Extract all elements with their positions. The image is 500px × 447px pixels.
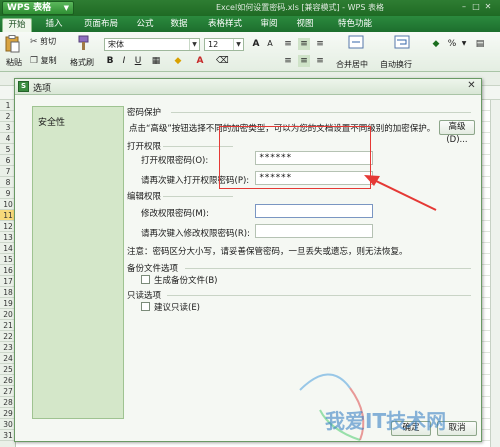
cut-label: 剪切 [40,37,57,46]
align-left-icon[interactable]: ≡ [282,55,294,67]
decrease-font-icon[interactable]: A [264,38,276,50]
section-divider [185,268,471,269]
tab-data[interactable]: 数据 [166,18,192,32]
app-menu-label: WPS 表格 [7,3,52,13]
font-size-value: 12 [208,40,219,49]
readonly-checkbox-label[interactable]: 建议只读(E) [154,301,200,313]
cancel-button[interactable]: 取消 [437,421,477,436]
copy-label: 复制 [40,56,57,65]
annotation-highlight-box [219,126,371,189]
dialog-title-bar: S 选项 ✕ [15,79,481,95]
merge-cells-icon [348,35,364,49]
vertical-scrollbar[interactable] [490,100,500,447]
copy-icon: ❐ [30,56,39,66]
options-category-list: 安全性 [32,106,124,419]
font-color-icon[interactable]: A [194,55,206,67]
app-menu-button[interactable]: WPS 表格 ▼ [2,1,74,15]
readonly-section-heading: 只读选项 [127,291,162,301]
format-painter-button[interactable]: 格式刷 [70,35,98,69]
section-password-protection: 密码保护 [127,108,162,118]
open-password-label: 打开权限密码(O): [141,156,209,166]
ok-button[interactable]: 确定 [391,421,431,436]
scissors-icon: ✂ [30,37,38,47]
tab-table-style[interactable]: 表格样式 [202,18,248,32]
document-title: Excel如何设置密码.xls [兼容模式] - WPS 表格 [216,3,384,12]
font-size-select[interactable]: 12 ▼ [204,38,244,51]
minimize-icon[interactable]: – [458,1,470,13]
fill-color-icon[interactable]: ◆ [172,55,184,67]
brush-icon [78,35,89,50]
window-controls: – □ ✕ [458,1,498,14]
chevron-down-icon: ▼ [233,39,243,50]
currency-icon[interactable]: ◆ [430,38,442,50]
edit-permission-heading: 编辑权限 [127,192,162,202]
sidebar-item-security[interactable]: 安全性 [38,115,65,128]
underline-icon[interactable]: U [132,55,144,67]
edit-password-field[interactable] [255,204,373,218]
ribbon-tab-bar: 开始 插入 页面布局 公式 数据 表格样式 审阅 视图 特色功能 [0,16,500,32]
align-top-icon[interactable]: ≡ [282,38,294,50]
tab-home[interactable]: 开始 [2,18,32,32]
number-format-icon[interactable]: ▤ [474,38,486,50]
merge-center-label: 合并居中 [336,60,368,69]
bold-icon[interactable]: B [104,55,116,67]
dialog-title: 选项 [33,84,52,94]
paste-button[interactable]: 粘贴 [4,35,26,69]
clear-format-icon[interactable]: ⌫ [216,55,229,67]
ribbon-toolbar: 粘贴 ✂ 剪切 ❐ 复制 格式刷 宋体 ▼ 12 ▼ A A B I U ▦ ◆… [0,32,500,72]
font-name-value: 宋体 [108,40,124,49]
font-name-select[interactable]: 宋体 ▼ [104,38,200,51]
increase-font-icon[interactable]: A [250,38,262,50]
section-divider [163,196,233,197]
reenter-edit-password-field[interactable] [255,224,373,238]
format-painter-label: 格式刷 [70,58,94,67]
wrap-text-button[interactable]: 自动换行 [380,35,424,69]
chevron-down-icon: ▼ [63,4,69,12]
backup-checkbox-label[interactable]: 生成备份文件(B) [154,274,217,286]
percent-button[interactable]: % [446,38,458,50]
tab-insert[interactable]: 插入 [40,18,68,32]
backup-checkbox[interactable] [141,275,150,284]
merge-center-button[interactable]: 合并居中 [336,35,376,69]
password-note: 注意：密码区分大小写，请妥善保管密码，一旦丢失或遗忘，则无法恢复。 [127,247,408,257]
maximize-icon[interactable]: □ [470,1,482,13]
open-permission-heading: 打开权限 [127,142,162,152]
italic-icon[interactable]: I [118,55,130,67]
title-bar: WPS 表格 ▼ Excel如何设置密码.xls [兼容模式] - WPS 表格… [0,0,500,16]
align-right-icon[interactable]: ≡ [314,55,326,67]
advanced-button[interactable]: 高级(D)... [439,120,475,145]
paste-icon [5,35,20,53]
tab-special-features[interactable]: 特色功能 [330,18,380,32]
section-divider [171,112,471,113]
reenter-edit-password-label: 请再次键入修改权限密码(R): [141,229,250,239]
edit-password-label: 修改权限密码(M): [141,209,209,219]
align-center-icon[interactable]: ≡ [298,55,310,67]
spreadsheet-icon: S [18,81,29,92]
copy-button[interactable]: ❐ 复制 [30,55,57,66]
tab-formula[interactable]: 公式 [132,18,158,32]
tab-view[interactable]: 视图 [292,18,318,32]
chevron-down-icon: ▼ [189,39,199,50]
close-icon[interactable]: ✕ [465,80,478,93]
paste-label: 粘贴 [6,58,22,67]
wrap-text-icon [394,35,410,49]
tab-page-layout[interactable]: 页面布局 [78,18,124,32]
backup-section-heading: 备份文件选项 [127,264,179,274]
wrap-text-label: 自动换行 [380,60,412,69]
align-middle-icon[interactable]: ≡ [298,38,310,50]
chevron-down-icon[interactable]: ▼ [458,38,470,50]
close-icon[interactable]: ✕ [482,1,494,13]
tab-review[interactable]: 审阅 [256,18,282,32]
cut-button[interactable]: ✂ 剪切 [30,36,56,47]
border-icon[interactable]: ▦ [150,55,162,67]
align-bottom-icon[interactable]: ≡ [314,38,326,50]
section-divider [167,295,471,296]
readonly-checkbox[interactable] [141,302,150,311]
